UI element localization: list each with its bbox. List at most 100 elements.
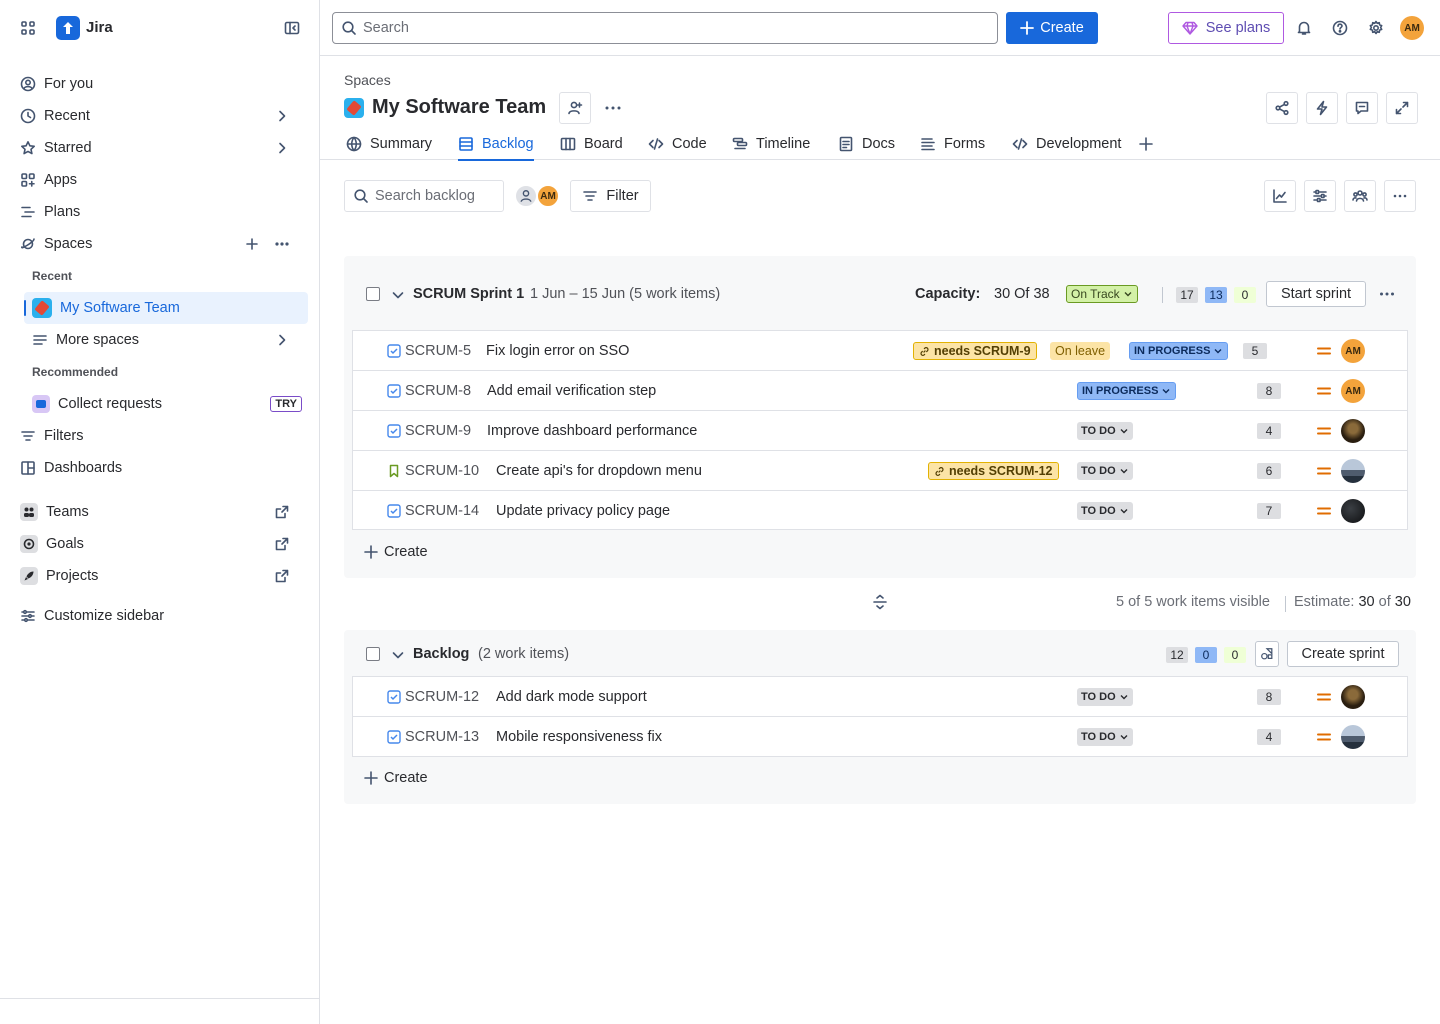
tab-backlog[interactable]: Backlog xyxy=(458,128,534,161)
tab-board[interactable]: Board xyxy=(560,128,623,160)
backlog-create-button[interactable]: Create xyxy=(364,770,428,786)
more-icon[interactable] xyxy=(274,236,298,252)
sidebar-item-for-you[interactable]: For you xyxy=(12,68,308,100)
priority-medium-icon[interactable] xyxy=(1317,465,1331,477)
item-summary[interactable]: Add dark mode support xyxy=(496,689,647,705)
backlog-search-input[interactable] xyxy=(375,188,499,204)
status-dropdown[interactable]: TO DO xyxy=(1077,422,1133,440)
item-summary[interactable]: Create api's for dropdown menu xyxy=(496,463,702,479)
item-key[interactable]: SCRUM-9 xyxy=(405,423,471,439)
item-summary[interactable]: Fix login error on SSO xyxy=(486,343,629,359)
search-input[interactable] xyxy=(363,20,963,36)
tab-docs[interactable]: Docs xyxy=(838,128,895,160)
sidebar-item-filters[interactable]: Filters xyxy=(12,420,308,452)
chevron-down-icon[interactable] xyxy=(390,287,406,303)
table-row[interactable]: SCRUM-9 Improve dashboard performance TO… xyxy=(353,411,1407,451)
sidebar-item-plans[interactable]: Plans xyxy=(12,196,308,228)
sidebar-item-apps[interactable]: Apps xyxy=(12,164,308,196)
tab-timeline[interactable]: Timeline xyxy=(732,128,810,160)
table-row[interactable]: SCRUM-10 Create api's for dropdown menu … xyxy=(353,451,1407,491)
assignee-avatar[interactable]: AM xyxy=(1341,339,1365,363)
priority-medium-icon[interactable] xyxy=(1317,425,1331,437)
status-dropdown[interactable]: TO DO xyxy=(1077,688,1133,706)
user-avatar[interactable]: AM xyxy=(1400,16,1424,40)
status-dropdown[interactable]: TO DO xyxy=(1077,462,1133,480)
notifications-icon[interactable] xyxy=(1296,20,1312,36)
sidebar-item-projects[interactable]: Projects xyxy=(12,560,308,592)
table-row[interactable]: SCRUM-8 Add email verification step IN P… xyxy=(353,371,1407,411)
item-summary[interactable]: Update privacy policy page xyxy=(496,503,670,519)
insights-button[interactable] xyxy=(1264,180,1296,212)
more-actions-icon[interactable] xyxy=(604,100,622,116)
external-link-icon[interactable] xyxy=(274,504,298,520)
resize-handle-icon[interactable] xyxy=(872,594,888,610)
chevron-down-icon[interactable] xyxy=(390,647,406,663)
item-key[interactable]: SCRUM-10 xyxy=(405,463,479,479)
view-settings-button[interactable] xyxy=(1304,180,1336,212)
sprint-create-button[interactable]: Create xyxy=(364,544,428,560)
sidebar-item-more-spaces[interactable]: More spaces xyxy=(24,324,308,356)
sidebar-item-recent[interactable]: Recent xyxy=(12,100,308,132)
sidebar-item-customize[interactable]: Customize sidebar xyxy=(12,600,308,632)
sidebar-item-starred[interactable]: Starred xyxy=(12,132,308,164)
status-dropdown[interactable]: TO DO xyxy=(1077,502,1133,520)
settings-gear-icon[interactable] xyxy=(1368,20,1384,36)
tab-code[interactable]: Code xyxy=(648,128,707,160)
assignee-avatar[interactable] xyxy=(1341,459,1365,483)
chevron-right-icon[interactable] xyxy=(274,108,298,124)
fullscreen-button[interactable] xyxy=(1386,92,1418,124)
external-link-icon[interactable] xyxy=(274,568,298,584)
backlog-search[interactable] xyxy=(344,180,504,212)
priority-medium-icon[interactable] xyxy=(1317,385,1331,397)
item-key[interactable]: SCRUM-5 xyxy=(405,343,471,359)
create-sprint-button[interactable]: Create sprint xyxy=(1287,641,1399,667)
unassigned-avatar[interactable] xyxy=(514,184,538,208)
add-tab-button[interactable] xyxy=(1138,128,1154,160)
status-dropdown[interactable]: IN PROGRESS xyxy=(1077,382,1177,400)
chevron-right-icon[interactable] xyxy=(274,140,298,156)
dependency-badge[interactable]: needs SCRUM-9 xyxy=(913,342,1037,360)
item-summary[interactable]: Mobile responsiveness fix xyxy=(496,729,662,745)
feedback-button[interactable] xyxy=(1346,92,1378,124)
story-points[interactable]: 6 xyxy=(1257,463,1281,479)
priority-medium-icon[interactable] xyxy=(1317,345,1331,357)
story-points[interactable]: 7 xyxy=(1257,503,1281,519)
item-key[interactable]: SCRUM-14 xyxy=(405,503,479,519)
sprint-name[interactable]: SCRUM Sprint 1 xyxy=(413,286,524,302)
app-switcher-icon[interactable] xyxy=(20,20,36,36)
story-points[interactable]: 4 xyxy=(1257,423,1281,439)
share-button[interactable] xyxy=(1266,92,1298,124)
tab-development[interactable]: Development xyxy=(1012,128,1121,160)
assignee-avatar[interactable] xyxy=(1341,725,1365,749)
jira-logo-icon[interactable] xyxy=(56,16,80,40)
group-by-button[interactable] xyxy=(1344,180,1376,212)
app-name[interactable]: Jira xyxy=(86,19,113,36)
item-key[interactable]: SCRUM-12 xyxy=(405,689,479,705)
external-link-icon[interactable] xyxy=(274,536,298,552)
chevron-right-icon[interactable] xyxy=(274,332,298,348)
priority-medium-icon[interactable] xyxy=(1317,691,1331,703)
add-space-icon[interactable] xyxy=(244,236,268,252)
sprint-more-icon[interactable] xyxy=(1379,286,1395,302)
item-key[interactable]: SCRUM-8 xyxy=(405,383,471,399)
backlog-name[interactable]: Backlog xyxy=(413,646,469,662)
table-row[interactable]: SCRUM-5 Fix login error on SSO needs SCR… xyxy=(353,331,1407,371)
table-row[interactable]: SCRUM-12 Add dark mode support TO DO 8 xyxy=(353,677,1407,717)
sidebar-item-my-software-team[interactable]: My Software Team xyxy=(24,292,308,324)
global-search[interactable] xyxy=(332,12,998,44)
assignee-avatar[interactable] xyxy=(1341,685,1365,709)
breadcrumb[interactable]: Spaces xyxy=(344,72,391,88)
create-button[interactable]: Create xyxy=(1006,12,1098,44)
assignee-avatar[interactable] xyxy=(1341,419,1365,443)
assignee-filter-avatar[interactable]: AM xyxy=(536,184,560,208)
sidebar-item-spaces[interactable]: Spaces xyxy=(12,228,308,260)
help-icon[interactable] xyxy=(1332,20,1348,36)
more-options-button[interactable] xyxy=(1384,180,1416,212)
item-summary[interactable]: Add email verification step xyxy=(487,383,656,399)
tab-forms[interactable]: Forms xyxy=(920,128,985,160)
sidebar-item-teams[interactable]: Teams xyxy=(12,496,308,528)
backlog-options-button[interactable] xyxy=(1255,641,1279,667)
sidebar-item-goals[interactable]: Goals xyxy=(12,528,308,560)
story-points[interactable]: 5 xyxy=(1243,343,1267,359)
sidebar-item-collect-requests[interactable]: Collect requests TRY xyxy=(24,388,308,420)
